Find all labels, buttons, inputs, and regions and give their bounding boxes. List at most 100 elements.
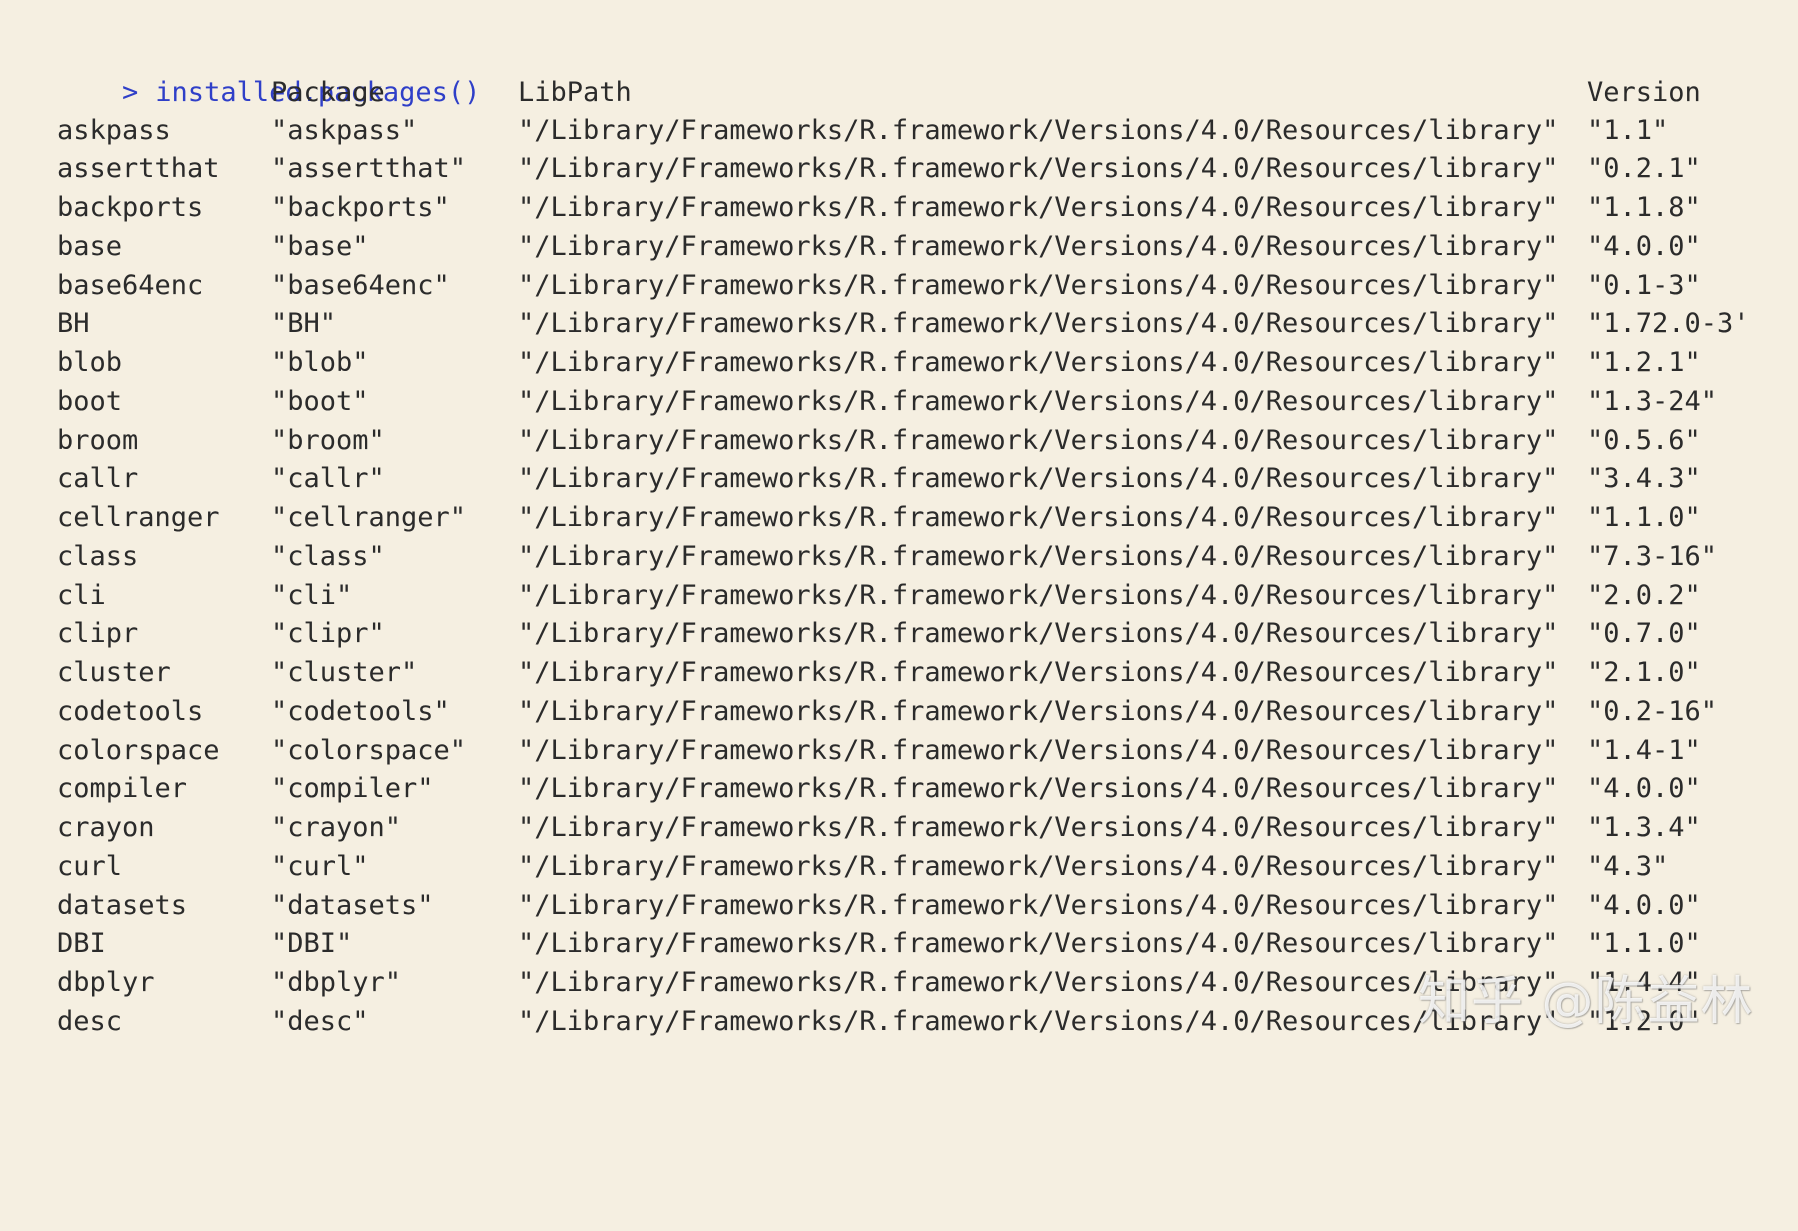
row-name: desc (57, 1006, 123, 1037)
package-value: "crayon" (271, 812, 402, 843)
row-name: askpass (57, 115, 171, 146)
row-name: curl (57, 851, 123, 882)
libpath-value: "/Library/Frameworks/R.framework/Version… (518, 347, 1559, 378)
row-name: base (57, 231, 123, 262)
row-name: compiler (57, 773, 188, 804)
row-name: cli (57, 580, 106, 611)
table-row: class "class" "/Library/Frameworks/R.fra… (0, 538, 1717, 576)
version-value: "4.0.0" (1587, 231, 1701, 262)
version-value: "1.1.0" (1587, 928, 1701, 959)
table-row: boot "boot" "/Library/Frameworks/R.frame… (0, 383, 1717, 421)
version-value: "0.2-16" (1587, 696, 1718, 727)
table-row: cellranger "cellranger" "/Library/Framew… (0, 499, 1701, 537)
prompt-symbol: > (122, 77, 139, 108)
package-value: "datasets" (271, 890, 434, 921)
libpath-value: "/Library/Frameworks/R.framework/Version… (518, 580, 1559, 611)
table-row: curl "curl" "/Library/Frameworks/R.frame… (0, 848, 1668, 886)
table-row: BH "BH" "/Library/Frameworks/R.framework… (0, 305, 1750, 343)
row-name: dbplyr (57, 967, 155, 998)
version-value: "1.2.1" (1587, 347, 1701, 378)
version-value: "4.3" (1587, 851, 1669, 882)
libpath-value: "/Library/Frameworks/R.framework/Version… (518, 308, 1559, 339)
row-name: backports (57, 192, 204, 223)
package-value: "DBI" (271, 928, 353, 959)
table-row: broom "broom" "/Library/Frameworks/R.fra… (0, 422, 1701, 460)
row-name: BH (57, 308, 90, 339)
row-name: broom (57, 425, 139, 456)
libpath-value: "/Library/Frameworks/R.framework/Version… (518, 851, 1559, 882)
package-value: "curl" (271, 851, 369, 882)
package-value: "clipr" (271, 618, 385, 649)
libpath-value: "/Library/Frameworks/R.framework/Version… (518, 502, 1559, 533)
row-name: blob (57, 347, 123, 378)
version-value: "4.0.0" (1587, 890, 1701, 921)
package-value: "desc" (271, 1006, 369, 1037)
watermark-text: 知乎 @陈益林 (1418, 972, 1754, 1032)
libpath-value: "/Library/Frameworks/R.framework/Version… (518, 812, 1559, 843)
table-row: clipr "clipr" "/Library/Frameworks/R.fra… (0, 615, 1701, 653)
version-value: "3.4.3" (1587, 463, 1701, 494)
libpath-value: "/Library/Frameworks/R.framework/Version… (518, 463, 1559, 494)
row-name: assertthat (57, 153, 220, 184)
version-value: "1.1.8" (1587, 192, 1701, 223)
version-value: "1.72.0-3' (1587, 308, 1750, 339)
package-value: "dbplyr" (271, 967, 402, 998)
libpath-value: "/Library/Frameworks/R.framework/Version… (518, 890, 1559, 921)
libpath-value: "/Library/Frameworks/R.framework/Version… (518, 928, 1559, 959)
package-value: "BH" (271, 308, 337, 339)
libpath-value: "/Library/Frameworks/R.framework/Version… (518, 773, 1559, 804)
package-value: "backports" (271, 192, 450, 223)
package-value: "assertthat" (271, 153, 467, 184)
package-value: "broom" (271, 425, 385, 456)
row-name: callr (57, 463, 139, 494)
libpath-value: "/Library/Frameworks/R.framework/Version… (518, 1006, 1559, 1037)
table-row: base "base" "/Library/Frameworks/R.frame… (0, 228, 1701, 266)
table-row: DBI "DBI" "/Library/Frameworks/R.framewo… (0, 925, 1701, 963)
table-row: codetools "codetools" "/Library/Framewor… (0, 693, 1717, 731)
table-row: datasets "datasets" "/Library/Frameworks… (0, 887, 1701, 925)
package-value: "askpass" (271, 115, 418, 146)
row-name: colorspace (57, 735, 220, 766)
libpath-value: "/Library/Frameworks/R.framework/Version… (518, 425, 1559, 456)
table-row: colorspace "colorspace" "/Library/Framew… (0, 732, 1701, 770)
version-value: "1.4-1" (1587, 735, 1701, 766)
version-value: "1.1.0" (1587, 502, 1701, 533)
libpath-value: "/Library/Frameworks/R.framework/Version… (518, 192, 1559, 223)
libpath-value: "/Library/Frameworks/R.framework/Version… (518, 541, 1559, 572)
row-name: DBI (57, 928, 106, 959)
header-package: Package (271, 77, 385, 108)
package-value: "codetools" (271, 696, 450, 727)
package-value: "cellranger" (271, 502, 467, 533)
libpath-value: "/Library/Frameworks/R.framework/Version… (518, 153, 1559, 184)
table-row: base64enc "base64enc" "/Library/Framewor… (0, 267, 1701, 305)
libpath-value: "/Library/Frameworks/R.framework/Version… (518, 657, 1559, 688)
version-value: "1.1" (1587, 115, 1669, 146)
row-name: boot (57, 386, 123, 417)
table-row: dbplyr "dbplyr" "/Library/Frameworks/R.f… (0, 964, 1701, 1002)
table-row: askpass "askpass" "/Library/Frameworks/R… (0, 112, 1668, 150)
libpath-value: "/Library/Frameworks/R.framework/Version… (518, 967, 1559, 998)
package-value: "colorspace" (271, 735, 467, 766)
row-name: clipr (57, 618, 139, 649)
package-value: "compiler" (271, 773, 434, 804)
table-row: compiler "compiler" "/Library/Frameworks… (0, 770, 1701, 808)
table-header-row: Package LibPath Version (0, 74, 1701, 112)
header-version: Version (1587, 77, 1701, 108)
table-row: cli "cli" "/Library/Frameworks/R.framewo… (0, 577, 1701, 615)
libpath-value: "/Library/Frameworks/R.framework/Version… (518, 735, 1559, 766)
table-row: callr "callr" "/Library/Frameworks/R.fra… (0, 460, 1701, 498)
row-name: datasets (57, 890, 188, 921)
r-console-output[interactable]: > installed.packages() Package LibPath Ve… (0, 0, 1798, 1076)
header-libpath: LibPath (518, 77, 632, 108)
package-value: "cli" (271, 580, 353, 611)
version-value: "7.3-16" (1587, 541, 1718, 572)
row-name: cluster (57, 657, 171, 688)
table-row: cluster "cluster" "/Library/Frameworks/R… (0, 654, 1701, 692)
package-value: "blob" (271, 347, 369, 378)
libpath-value: "/Library/Frameworks/R.framework/Version… (518, 618, 1559, 649)
package-value: "callr" (271, 463, 385, 494)
row-name: cellranger (57, 502, 220, 533)
table-row: backports "backports" "/Library/Framewor… (0, 189, 1701, 227)
command-line: > installed.packages() (57, 36, 480, 108)
row-name: class (57, 541, 139, 572)
